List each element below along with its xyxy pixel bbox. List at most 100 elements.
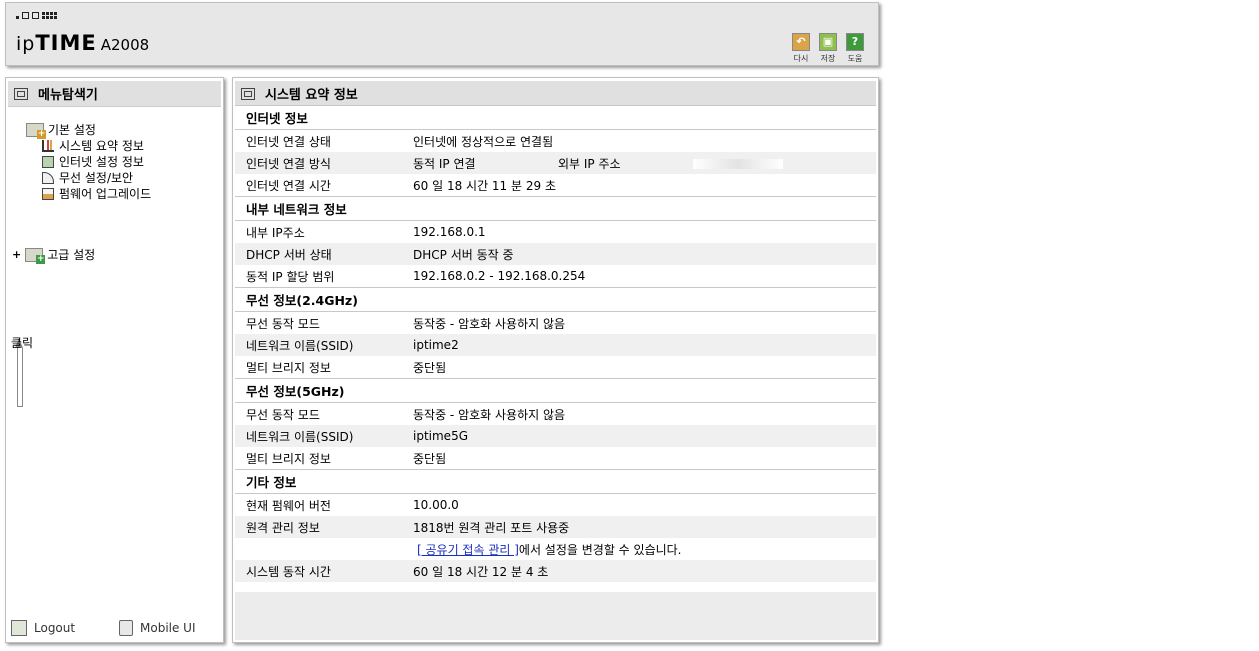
menu-explorer-panel: 메뉴탐색기 + 기본 설정 시스템 요약 정보 인터넷 설정 정보 무선 설정/…	[5, 77, 224, 643]
top-header: ipTIME A2008 ↶ 다시 ▣ 저장 ? 도움	[5, 2, 879, 66]
link-suffix-text: 에서 설정을 변경할 수 있습니다.	[518, 542, 682, 557]
sidebar-item-system-summary[interactable]: 시스템 요약 정보	[42, 137, 144, 154]
brand-logo-mark	[16, 12, 57, 19]
logout-icon	[11, 620, 27, 636]
menu-explorer-title: 메뉴탐색기	[38, 88, 98, 103]
section-title: 무선 정보(5GHz)	[235, 378, 876, 403]
section-title: 내부 네트워크 정보	[235, 196, 876, 221]
table-row: 멀티 브리지 정보 중단됨	[235, 356, 876, 379]
tree-group-basic[interactable]: + 기본 설정	[26, 121, 96, 139]
table-row: 네트워크 이름(SSID) iptime5G	[235, 425, 876, 447]
sidebar-item-label: 무선 설정/보안	[59, 171, 134, 185]
row-value: 동작중 - 암호화 사용하지 않음	[413, 407, 566, 422]
section-header: 인터넷 정보	[235, 105, 876, 130]
row-value: 중단됨	[413, 360, 447, 375]
section-header: 무선 정보(2.4GHz)	[235, 287, 876, 312]
logout-button[interactable]: Logout	[11, 620, 75, 636]
external-ip-cell: 외부 IP 주소	[548, 152, 876, 174]
page-title: 시스템 요약 정보	[265, 88, 358, 103]
section-title: 인터넷 정보	[235, 105, 876, 130]
row-label: 시스템 동작 시간	[235, 560, 405, 582]
row-label: 동적 IP 할당 범위	[246, 269, 335, 284]
undo-label: 다시	[793, 54, 809, 63]
row-value: 중단됨	[413, 451, 447, 466]
chart-icon	[42, 139, 54, 152]
row-value: 60 일 18 시간 11 분 29 초	[413, 178, 556, 193]
row-value: DHCP 서버 동작 중	[405, 243, 876, 265]
row-label: 무선 동작 모드	[246, 407, 320, 422]
save-label: 저장	[820, 54, 836, 63]
row-value: 60 일 18 시간 12 분 4 초	[405, 560, 876, 582]
table-row: [ 공유기 접속 관리 ]에서 설정을 변경할 수 있습니다.	[235, 538, 876, 560]
logout-label: Logout	[34, 621, 76, 635]
table-row: 동적 IP 할당 범위 192.168.0.2 - 192.168.0.254	[235, 265, 876, 288]
row-value: [ 공유기 접속 관리 ]에서 설정을 변경할 수 있습니다.	[405, 538, 876, 560]
sidebar-item-label: 인터넷 설정 정보	[59, 155, 144, 169]
brand-ip: ip	[16, 33, 36, 55]
click-hint: 클릭	[11, 336, 34, 350]
table-row: 원격 관리 정보 1818번 원격 관리 포트 사용중	[235, 516, 876, 538]
row-label: 네트워크 이름(SSID)	[235, 425, 405, 447]
row-value: iptime2	[405, 334, 876, 356]
row-label: 인터넷 연결 방식	[235, 152, 405, 174]
router-access-link[interactable]: [ 공유기 접속 관리 ]	[417, 543, 519, 557]
row-label: 인터넷 연결 상태	[246, 134, 331, 149]
section-header: 내부 네트워크 정보	[235, 196, 876, 221]
section-header: 기타 정보	[235, 469, 876, 494]
folder-open-icon: +	[26, 122, 46, 139]
row-label: 인터넷 연결 시간	[246, 178, 331, 193]
firmware-upgrade-icon	[42, 187, 54, 200]
row-label: DHCP 서버 상태	[235, 243, 405, 265]
sidebar-item-label: 시스템 요약 정보	[59, 139, 144, 153]
menu-explorer-header: 메뉴탐색기	[8, 81, 221, 107]
help-icon: ?	[846, 33, 864, 51]
system-summary-panel: 시스템 요약 정보 인터넷 정보 인터넷 연결 상태 인터넷에 정상적으로 연결…	[232, 77, 879, 643]
tree-group-advanced[interactable]: + + 고급 설정	[12, 246, 96, 264]
mobile-ui-label: Mobile UI	[140, 621, 196, 635]
brand-logo: ipTIME A2008	[16, 31, 149, 55]
undo-icon: ↶	[792, 33, 810, 51]
table-row: 인터넷 연결 방식 동적 IP 연결 외부 IP 주소	[235, 152, 876, 174]
section-title: 기타 정보	[235, 469, 876, 494]
sidebar-item-internet-settings[interactable]: 인터넷 설정 정보	[42, 153, 144, 170]
tree-group-basic-label: 기본 설정	[48, 123, 96, 137]
expand-toggle[interactable]: +	[12, 248, 21, 261]
row-value: iptime5G	[405, 425, 876, 447]
summary-table: 인터넷 정보 인터넷 연결 상태 인터넷에 정상적으로 연결됨 인터넷 연결 방…	[235, 105, 876, 582]
mobile-icon	[119, 620, 133, 636]
redacted-ip	[692, 159, 783, 169]
row-label: 원격 관리 정보	[235, 516, 405, 538]
model-name: A2008	[100, 36, 150, 54]
mobile-ui-button[interactable]: Mobile UI	[119, 620, 196, 636]
row-value: 동작중 - 암호화 사용하지 않음	[413, 316, 566, 331]
sidebar-item-label: 펌웨어 업그레이드	[59, 187, 152, 201]
wireless-icon	[42, 171, 54, 184]
table-row: 네트워크 이름(SSID) iptime2	[235, 334, 876, 356]
table-row: 현재 펌웨어 버전 10.00.0	[235, 494, 876, 517]
row-label	[235, 538, 405, 560]
sidebar-item-firmware-upgrade[interactable]: 펌웨어 업그레이드	[42, 185, 151, 202]
window-icon	[241, 87, 255, 100]
main-header: 시스템 요약 정보	[235, 81, 876, 107]
table-row: DHCP 서버 상태 DHCP 서버 동작 중	[235, 243, 876, 265]
section-title: 무선 정보(2.4GHz)	[235, 287, 876, 312]
row-value: 192.168.0.1	[413, 225, 486, 239]
table-row: 인터넷 연결 시간 60 일 18 시간 11 분 29 초	[235, 174, 876, 197]
help-button[interactable]: ? 도움	[844, 33, 866, 64]
undo-button[interactable]: ↶ 다시	[790, 33, 812, 64]
save-icon: ▣	[819, 33, 837, 51]
section-header: 무선 정보(5GHz)	[235, 378, 876, 403]
row-label: 네트워크 이름(SSID)	[235, 334, 405, 356]
row-value: 동적 IP 연결	[405, 152, 548, 174]
sidebar-item-wireless-security[interactable]: 무선 설정/보안	[42, 169, 133, 186]
brand-time: TIME	[35, 31, 97, 55]
row-label: 멀티 브리지 정보	[246, 360, 331, 375]
table-row: 멀티 브리지 정보 중단됨	[235, 447, 876, 470]
row-label: 내부 IP주소	[246, 225, 305, 240]
row-label: 현재 펌웨어 버전	[246, 498, 331, 513]
tree-group-advanced-label: 고급 설정	[47, 248, 96, 262]
row-value: 10.00.0	[413, 498, 459, 512]
external-ip-label: 외부 IP 주소	[558, 156, 621, 171]
save-button[interactable]: ▣ 저장	[817, 33, 839, 64]
row-value: 192.168.0.2 - 192.168.0.254	[413, 269, 586, 283]
